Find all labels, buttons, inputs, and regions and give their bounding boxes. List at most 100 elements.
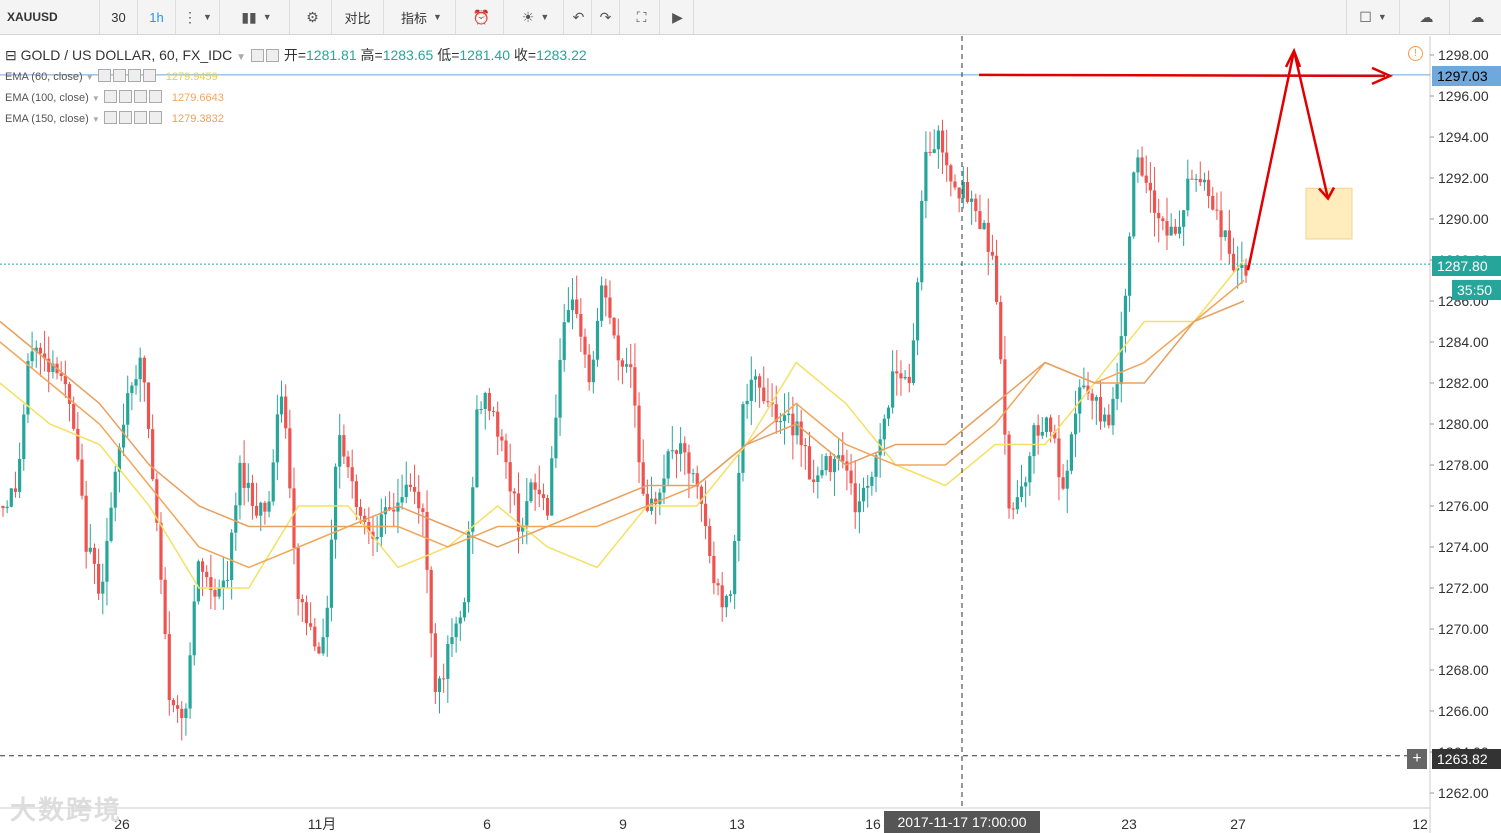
candle-body xyxy=(861,487,866,502)
indicators-button[interactable]: 指标 ▼ xyxy=(388,0,456,34)
close-icon[interactable] xyxy=(148,111,162,124)
chevron-down-icon[interactable]: ▼ xyxy=(92,94,100,103)
candle-body xyxy=(745,400,749,405)
ema60-legend[interactable]: EMA (60, close) ▼ 1279.9459 xyxy=(5,69,218,83)
candle-body xyxy=(612,317,616,336)
chevron-down-icon[interactable]: ▼ xyxy=(86,73,94,82)
candle-body xyxy=(433,633,437,692)
ema150-legend[interactable]: EMA (150, close) ▼ 1279.3832 xyxy=(5,111,224,125)
candle-body xyxy=(1215,209,1219,211)
candle-body xyxy=(587,354,591,383)
fullscreen-button[interactable]: ⛶ xyxy=(624,0,660,34)
interval-count-button[interactable]: 30 xyxy=(100,0,138,34)
candle-body xyxy=(354,481,358,508)
candle-body xyxy=(221,580,225,588)
candle-body xyxy=(300,598,304,603)
settings-small-icon[interactable] xyxy=(118,90,132,103)
low-label: 低= xyxy=(437,47,460,63)
candle-body xyxy=(333,466,338,540)
candle-body xyxy=(554,417,558,459)
candle-body xyxy=(624,364,629,367)
candle-body xyxy=(408,484,413,488)
candle-body xyxy=(437,678,442,692)
chevron-down-icon[interactable]: ▼ xyxy=(236,52,246,63)
cloud-load-button[interactable]: ☁ xyxy=(1404,0,1450,34)
candle-body xyxy=(97,563,101,594)
interval-button[interactable]: 1h xyxy=(138,0,176,34)
legend-collapse-icon[interactable]: ⊟ xyxy=(5,47,17,63)
plus-icon[interactable] xyxy=(127,69,141,82)
compare-button[interactable]: 对比 xyxy=(332,0,384,34)
y-tick-label: 1276.00 xyxy=(1438,498,1489,514)
candle-body xyxy=(716,583,720,586)
candle-body xyxy=(974,198,978,212)
candle-body xyxy=(1111,398,1115,426)
candle-body xyxy=(566,310,570,323)
candle-body xyxy=(512,491,516,494)
settings-small-icon[interactable] xyxy=(265,49,279,62)
eye-icon[interactable] xyxy=(97,69,111,82)
settings-small-icon[interactable] xyxy=(118,111,132,124)
candle-body xyxy=(982,222,986,230)
undo-button[interactable]: ↶ xyxy=(566,0,592,34)
ideas-button[interactable]: ☀ ▼ xyxy=(508,0,564,34)
candle-body xyxy=(604,285,608,298)
price-chart[interactable]: 1262.001264.001266.001268.001270.001272.… xyxy=(0,35,1501,833)
x-tick-label: 23 xyxy=(1121,816,1137,832)
warning-icon[interactable]: ! xyxy=(1408,46,1423,61)
horizontal-arrow-line xyxy=(978,73,1386,78)
ema100-legend[interactable]: EMA (100, close) ▼ 1279.6643 xyxy=(5,90,224,104)
candle-body xyxy=(1140,157,1144,176)
candle-body xyxy=(1198,178,1202,183)
candle-body xyxy=(234,505,238,533)
legend-title: GOLD / US DOLLAR, 60, FX_IDC xyxy=(20,47,233,63)
candle-body xyxy=(238,462,242,506)
x-tick-label: 13 xyxy=(729,816,745,832)
candle-body xyxy=(1119,336,1123,385)
layout-button[interactable]: ☐ ▼ xyxy=(1346,0,1400,34)
candle-body xyxy=(999,301,1003,360)
alert-button[interactable]: ⏰ xyxy=(460,0,504,34)
candle-body xyxy=(180,708,184,719)
candle-body xyxy=(753,376,758,380)
undo-icon: ↶ xyxy=(572,8,585,25)
eye-icon[interactable] xyxy=(103,90,117,103)
cloud-save-button[interactable]: ☁ xyxy=(1454,0,1501,34)
chart-style-button[interactable]: ▮▮ ▼ xyxy=(224,0,290,34)
close-icon[interactable] xyxy=(148,90,162,103)
plus-icon[interactable] xyxy=(133,90,147,103)
candle-body xyxy=(163,579,167,635)
candle-body xyxy=(832,458,837,473)
close-icon[interactable] xyxy=(142,69,156,82)
add-plus-icon[interactable]: + xyxy=(1407,749,1427,769)
candle-body xyxy=(200,561,205,572)
y-tick-label: 1284.00 xyxy=(1438,334,1489,350)
candle-body xyxy=(421,508,425,512)
candle-body xyxy=(309,623,313,627)
candle-body xyxy=(1161,218,1165,222)
eye-icon[interactable] xyxy=(103,111,117,124)
candle-body xyxy=(1024,482,1028,487)
candle-body xyxy=(1044,417,1049,432)
settings-small-icon[interactable] xyxy=(112,69,126,82)
symbol-search-button[interactable]: XAUUSD xyxy=(0,0,100,34)
candle-body xyxy=(816,475,820,483)
ema100-label: EMA (100, close) xyxy=(5,92,89,104)
settings-button[interactable]: ⚙ xyxy=(294,0,332,34)
candle-body xyxy=(687,452,691,474)
interval-menu-button[interactable]: ⋮ ▼ xyxy=(176,0,220,34)
candle-body xyxy=(591,359,595,383)
plus-icon[interactable] xyxy=(133,111,147,124)
candle-body xyxy=(728,594,733,596)
eye-icon[interactable] xyxy=(250,49,264,62)
replay-button[interactable]: ▶ xyxy=(662,0,694,34)
candle-body xyxy=(629,364,633,368)
candle-body xyxy=(1244,264,1248,276)
chevron-down-icon[interactable]: ▼ xyxy=(92,115,100,124)
candle-body xyxy=(1169,226,1173,236)
top-toolbar: XAUUSD 30 1h ⋮ ▼ ▮▮ ▼ ⚙ 对比 指标 ▼ ⏰ ☀ ▼ ↶ ↷ ⛶ … xyxy=(0,0,1501,35)
candle-body xyxy=(1032,425,1036,457)
candle-body xyxy=(616,335,620,361)
redo-button[interactable]: ↷ xyxy=(592,0,620,34)
candle-body xyxy=(924,151,928,201)
